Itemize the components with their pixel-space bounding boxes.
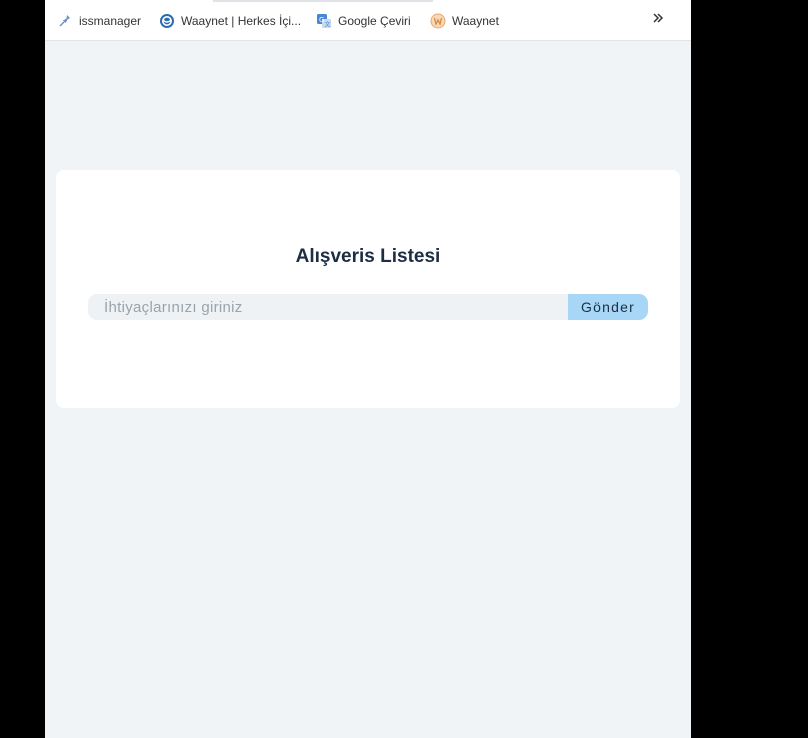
tab-edge	[213, 0, 433, 2]
double-chevron-right-icon	[652, 11, 664, 29]
add-item-form: Gönder	[88, 294, 648, 320]
submit-button[interactable]: Gönder	[568, 294, 648, 320]
bookmark-google-ceviri[interactable]: G 文 Google Çeviri	[316, 11, 411, 31]
bookmark-label: issmanager	[79, 14, 142, 28]
bookmarks-bar: issmanager Waaynet | Herkes İçi... G 文 G…	[45, 0, 691, 41]
bookmark-waaynet-herkes[interactable]: Waaynet | Herkes İçi...	[159, 11, 301, 31]
item-input[interactable]	[88, 294, 568, 320]
waaynet-logo-icon	[430, 13, 446, 29]
bookmark-label: Waaynet	[452, 14, 499, 28]
google-translate-icon: G 文	[316, 13, 332, 29]
browser-window: issmanager Waaynet | Herkes İçi... G 文 G…	[45, 0, 691, 738]
pin-icon	[57, 13, 73, 29]
bookmark-waaynet[interactable]: Waaynet	[430, 11, 499, 31]
bookmark-issmanager[interactable]: issmanager	[57, 11, 141, 31]
bookmark-label: Google Çeviri	[338, 14, 411, 28]
shopping-list-card: Alışveris Listesi Gönder	[56, 170, 680, 408]
waaynet-globe-icon	[159, 13, 175, 29]
bookmark-label: Waaynet | Herkes İçi...	[181, 14, 302, 28]
bookmarks-overflow-button[interactable]	[648, 10, 668, 30]
svg-text:文: 文	[325, 21, 331, 29]
page-title: Alışveris Listesi	[295, 246, 441, 267]
